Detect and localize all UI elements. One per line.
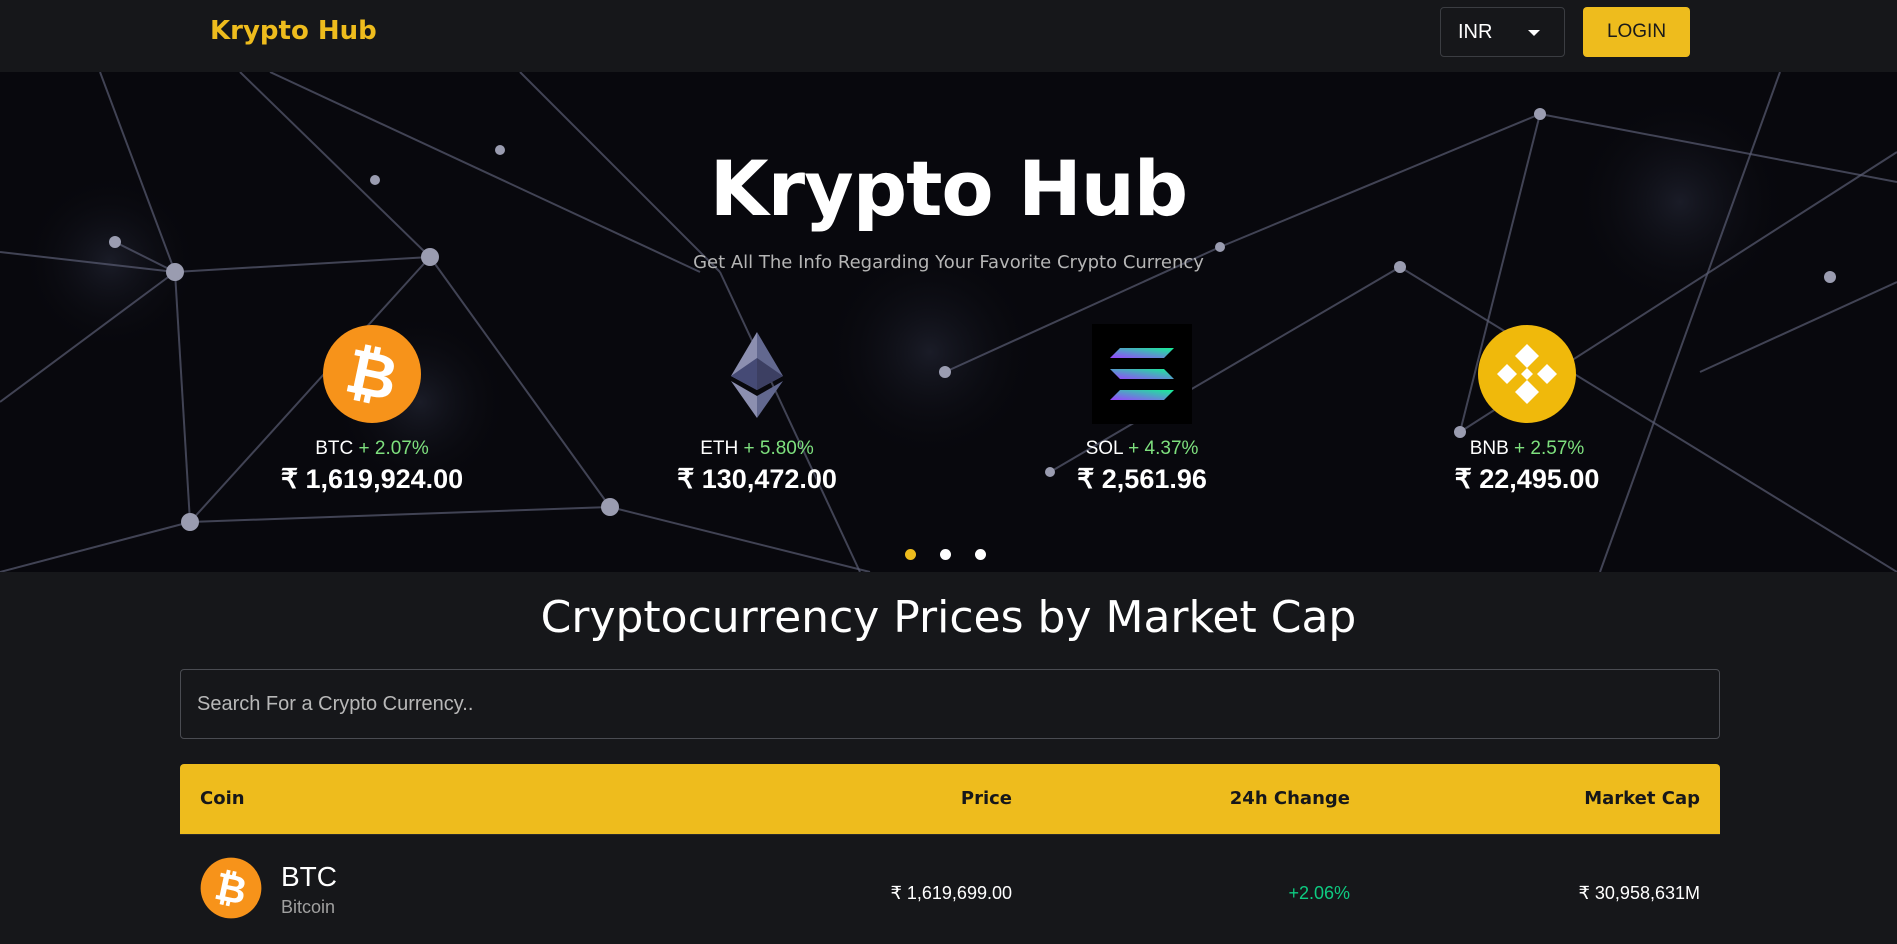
carousel-item-bnb[interactable]: BNB + 2.57% ₹ 22,495.00 xyxy=(1407,324,1647,495)
ethereum-icon xyxy=(731,332,783,418)
bnb-icon xyxy=(1478,325,1576,423)
carousel-item-btc[interactable]: ₿ BTC + 2.07% ₹ 1,619,924.00 xyxy=(252,324,492,495)
login-button[interactable]: LOGIN xyxy=(1583,7,1690,57)
carousel-dot-2[interactable] xyxy=(940,549,951,560)
carousel-item-sol[interactable]: SOL + 4.37% ₹ 2,561.96 xyxy=(1022,324,1262,495)
column-header-market-cap[interactable]: Market Cap xyxy=(1584,788,1700,809)
table-header: Coin Price 24h Change Market Cap xyxy=(180,764,1720,834)
row-price: ₹ 1,619,699.00 xyxy=(890,883,1012,903)
brand-logo-text[interactable]: Krypto Hub xyxy=(210,16,377,46)
hero-subtitle: Get All The Info Regarding Your Favorite… xyxy=(693,252,1204,273)
hero-banner: Krypto Hub Get All The Info Regarding Yo… xyxy=(0,72,1897,572)
coin-change: + 5.80% xyxy=(743,438,814,459)
currency-select[interactable]: INR xyxy=(1440,7,1565,57)
coin-symbol: BNB xyxy=(1469,438,1509,459)
bitcoin-icon: ₿ xyxy=(200,857,262,919)
carousel-item-eth[interactable]: ETH + 5.80% ₹ 130,472.00 xyxy=(637,324,877,495)
hero-title: Krypto Hub xyxy=(709,144,1188,233)
table-row[interactable]: ₿ BTC Bitcoin ₹ 1,619,699.00 +2.06% ₹ 30… xyxy=(180,834,1720,944)
coin-change: + 4.37% xyxy=(1128,438,1199,459)
carousel-dot-1[interactable] xyxy=(905,549,916,560)
coin-change: + 2.57% xyxy=(1514,438,1585,459)
coin-symbol: ETH xyxy=(700,438,739,459)
coin-price: ₹ 130,472.00 xyxy=(677,464,837,494)
chevron-down-icon xyxy=(1528,30,1540,36)
market-title: Cryptocurrency Prices by Market Cap xyxy=(540,592,1357,643)
coin-change: + 2.07% xyxy=(358,438,429,459)
solana-icon xyxy=(1092,324,1192,424)
column-header-change[interactable]: 24h Change xyxy=(1230,788,1350,809)
coin-price: ₹ 22,495.00 xyxy=(1454,464,1600,494)
carousel-dot-3[interactable] xyxy=(975,549,986,560)
search-input[interactable] xyxy=(180,669,1720,739)
row-symbol: BTC xyxy=(281,861,337,892)
row-market-cap: ₹ 30,958,631M xyxy=(1578,883,1700,903)
row-change: +2.06% xyxy=(1288,883,1350,903)
row-name: Bitcoin xyxy=(281,897,336,917)
coin-price: ₹ 2,561.96 xyxy=(1077,464,1207,494)
bitcoin-icon: ₿ xyxy=(323,325,421,423)
carousel-dots xyxy=(905,549,986,560)
coin-price: ₹ 1,619,924.00 xyxy=(280,464,464,494)
coin-symbol: SOL xyxy=(1085,438,1123,459)
top-navbar: Krypto Hub INR LOGIN xyxy=(0,0,1897,72)
currency-select-value: INR xyxy=(1458,20,1493,43)
column-header-coin[interactable]: Coin xyxy=(200,788,245,809)
column-header-price[interactable]: Price xyxy=(961,788,1012,809)
coin-symbol: BTC xyxy=(315,438,354,459)
